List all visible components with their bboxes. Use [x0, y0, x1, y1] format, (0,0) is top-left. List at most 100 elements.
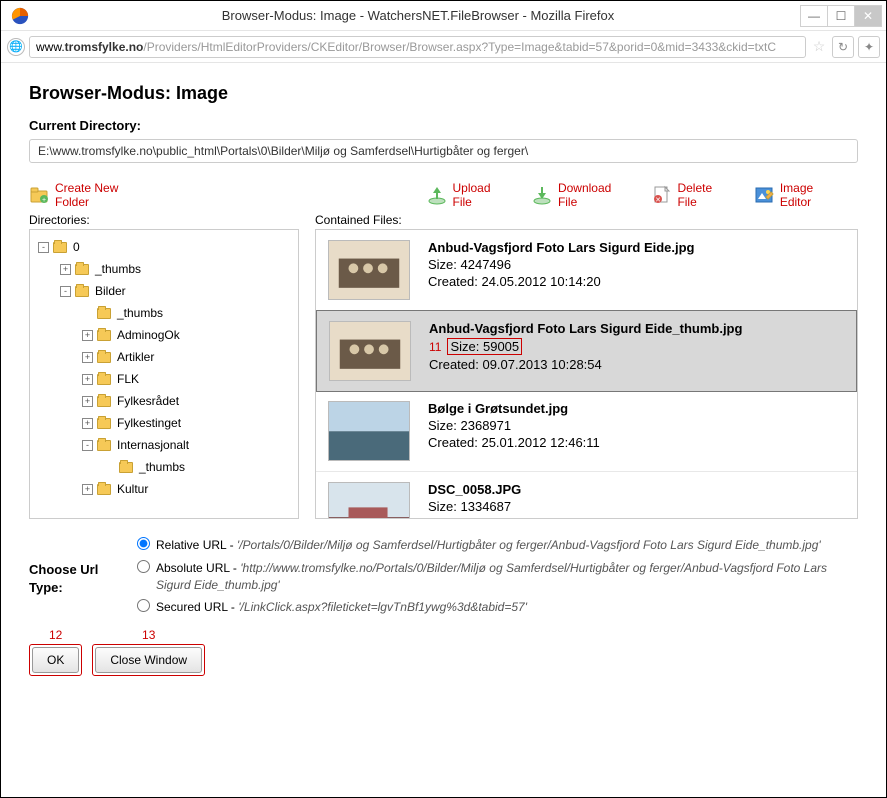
window-title: Browser-Modus: Image - WatchersNET.FileB… [35, 8, 801, 23]
expander-icon[interactable]: + [82, 374, 93, 385]
directory-tree[interactable]: -0+_thumbs-Bilder_thumbs+AdminogOk+Artik… [29, 229, 299, 519]
absolute-url-label: Absolute URL - 'http://www.tromsfylke.no… [156, 560, 858, 594]
folder-icon [97, 484, 111, 495]
upload-icon [427, 185, 447, 205]
file-item[interactable]: Anbud-Vagsfjord Foto Lars Sigurd Eide_th… [316, 310, 857, 392]
file-item[interactable]: DSC_0058.JPGSize: 1334687 [316, 472, 857, 519]
tree-node-label: Fylkesrådet [117, 394, 179, 408]
expander-icon[interactable]: - [82, 440, 93, 451]
file-thumbnail [328, 482, 410, 519]
tree-node[interactable]: + FLK [34, 368, 294, 390]
tree-node-label: AdminogOk [117, 328, 180, 342]
tree-node[interactable]: _thumbs [34, 302, 294, 324]
upload-label: Upload File [453, 181, 506, 209]
ok-button[interactable]: OK [32, 647, 79, 673]
url-domain: tromsfylke.no [65, 40, 144, 54]
address-bar: 🌐 www.tromsfylke.no/Providers/HtmlEditor… [1, 31, 886, 63]
tree-node[interactable]: +Artikler [34, 346, 294, 368]
marker-12: 12 [49, 628, 62, 642]
folder-icon [97, 352, 111, 363]
tree-node-label: 0 [73, 240, 80, 254]
expander-icon [82, 308, 93, 319]
tree-node[interactable]: + AdminogOk [34, 324, 294, 346]
svg-text:+: + [42, 197, 46, 204]
tree-node[interactable]: + Fylkesrådet [34, 390, 294, 412]
contained-files-label: Contained Files: [315, 213, 858, 227]
tree-node-label: Kultur [117, 482, 148, 496]
file-item[interactable]: Anbud-Vagsfjord Foto Lars Sigurd Eide.jp… [316, 230, 857, 311]
secured-url-radio[interactable] [137, 599, 150, 612]
file-created: Created: 25.01.2012 12:46:11 [428, 435, 600, 450]
window-controls: — ☐ ✕ [801, 5, 882, 27]
firefox-icon [11, 7, 29, 25]
site-identity-icon[interactable]: 🌐 [7, 38, 25, 56]
expander-icon[interactable]: + [60, 264, 71, 275]
tree-node[interactable]: + Fylkestinget [34, 412, 294, 434]
tree-node[interactable]: _thumbs [34, 456, 294, 478]
reload-button[interactable]: ↻ [832, 36, 854, 58]
delete-button[interactable]: ✕ Delete File [651, 181, 727, 209]
expander-icon [104, 462, 115, 473]
tree-node[interactable]: -0 [34, 236, 294, 258]
choose-url-label: Choose Url Type: [29, 537, 119, 622]
file-created: Created: 24.05.2012 10:14:20 [428, 274, 695, 289]
tree-node[interactable]: + Kultur [34, 478, 294, 500]
folder-icon [97, 440, 111, 451]
folder-icon [97, 308, 111, 319]
file-list[interactable]: Anbud-Vagsfjord Foto Lars Sigurd Eide.jp… [315, 229, 858, 519]
file-size: 11Size: 59005 [429, 338, 742, 355]
tree-node[interactable]: + _thumbs [34, 258, 294, 280]
tree-node-label: FLK [117, 372, 139, 386]
expander-icon[interactable]: + [82, 396, 93, 407]
minimize-button[interactable]: — [800, 5, 828, 27]
file-item[interactable]: Bølge i Grøtsundet.jpgSize: 2368971Creat… [316, 391, 857, 472]
image-editor-button[interactable]: Image Editor [754, 181, 840, 209]
folder-icon [53, 242, 67, 253]
marker-11: 11 [429, 340, 441, 354]
expander-icon[interactable]: - [38, 242, 49, 253]
file-name: Anbud-Vagsfjord Foto Lars Sigurd Eide.jp… [428, 240, 695, 255]
svg-text:✕: ✕ [656, 197, 662, 204]
expander-icon[interactable]: - [60, 286, 71, 297]
absolute-url-radio[interactable] [137, 560, 150, 573]
maximize-button[interactable]: ☐ [827, 5, 855, 27]
folder-icon [75, 286, 89, 297]
url-input[interactable]: www.tromsfylke.no/Providers/HtmlEditorPr… [29, 36, 806, 58]
file-thumbnail [328, 240, 410, 300]
page-title: Browser-Modus: Image [29, 83, 858, 104]
close-button[interactable]: ✕ [854, 5, 882, 27]
file-size: Size: 1334687 [428, 499, 521, 514]
marker-13: 13 [142, 628, 155, 642]
close-window-button[interactable]: Close Window [95, 647, 202, 673]
directories-label: Directories: [29, 213, 299, 227]
tree-node[interactable]: - Bilder [34, 280, 294, 302]
current-directory-input[interactable] [29, 139, 858, 163]
expander-icon[interactable]: + [82, 418, 93, 429]
expander-icon[interactable]: + [82, 352, 93, 363]
file-size: Size: 4247496 [428, 257, 695, 272]
download-button[interactable]: Download File [532, 181, 626, 209]
addon-icon[interactable]: ✦ [858, 36, 880, 58]
tree-node-label: _thumbs [139, 460, 185, 474]
relative-url-radio[interactable] [137, 537, 150, 550]
upload-button[interactable]: Upload File [427, 181, 506, 209]
expander-icon[interactable]: + [82, 484, 93, 495]
download-icon [532, 185, 552, 205]
current-directory-label: Current Directory: [29, 118, 858, 133]
file-size: Size: 2368971 [428, 418, 600, 433]
file-thumbnail [329, 321, 411, 381]
delete-label: Delete File [677, 181, 727, 209]
expander-icon[interactable]: + [82, 330, 93, 341]
url-path: /Providers/HtmlEditorProviders/CKEditor/… [143, 40, 776, 54]
folder-plus-icon: + [29, 185, 49, 205]
tree-node-label: _thumbs [95, 262, 141, 276]
bookmark-star-icon[interactable]: ☆ [810, 38, 828, 55]
tree-node[interactable]: -Internasjonalt [34, 434, 294, 456]
create-folder-button[interactable]: + Create New Folder [29, 181, 145, 209]
folder-icon [97, 374, 111, 385]
tree-node-label: Fylkestinget [117, 416, 181, 430]
secured-url-label: Secured URL - '/LinkClick.aspx?fileticke… [156, 599, 527, 616]
tree-node-label: Bilder [95, 284, 126, 298]
folder-icon [75, 264, 89, 275]
image-editor-icon [754, 185, 774, 205]
